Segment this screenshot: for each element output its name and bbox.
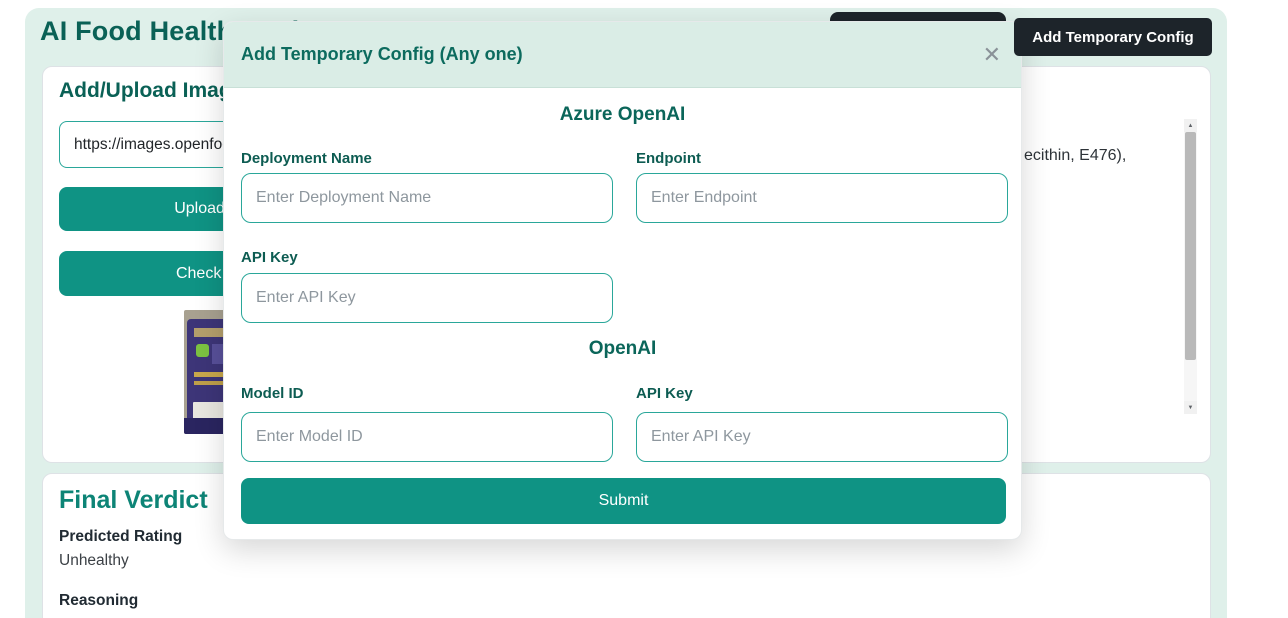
openai-api-key-label: API Key: [636, 385, 693, 402]
organic-mark: [196, 344, 209, 357]
model-id-label: Model ID: [241, 385, 304, 402]
ingredients-text: ecithin, E476),: [1024, 147, 1126, 165]
reasoning-label: Reasoning: [59, 592, 138, 610]
azure-api-key-label: API Key: [241, 249, 298, 266]
add-temporary-config-button[interactable]: Add Temporary Config: [1014, 18, 1212, 56]
predicted-rating-label: Predicted Rating: [59, 528, 182, 546]
model-id-input[interactable]: [241, 412, 613, 462]
close-icon[interactable]: ✕: [983, 44, 1001, 66]
add-temporary-config-modal: Add Temporary Config (Any one) ✕ Azure O…: [223, 21, 1022, 540]
scroll-down-icon[interactable]: ▼: [1184, 401, 1197, 414]
modal-header: Add Temporary Config (Any one) ✕: [224, 22, 1021, 88]
predicted-rating-value: Unhealthy: [59, 552, 129, 570]
azure-openai-heading: Azure OpenAI: [224, 104, 1021, 126]
deployment-name-label: Deployment Name: [241, 150, 372, 167]
upload-card-heading: Add/Upload Image: [59, 79, 243, 103]
endpoint-input[interactable]: [636, 173, 1008, 223]
azure-api-key-input[interactable]: [241, 273, 613, 323]
scrollbar-thumb[interactable]: [1185, 132, 1196, 360]
openai-heading: OpenAI: [224, 338, 1021, 360]
openai-api-key-input[interactable]: [636, 412, 1008, 462]
ingredients-scrollbar[interactable]: ▲ ▼: [1184, 119, 1197, 414]
app-screen: AI Food Health Analyzer Add Temporary Co…: [0, 0, 1288, 618]
modal-title: Add Temporary Config (Any one): [241, 44, 523, 65]
scroll-up-icon[interactable]: ▲: [1184, 119, 1197, 132]
deployment-name-input[interactable]: [241, 173, 613, 223]
final-verdict-heading: Final Verdict: [59, 486, 208, 515]
endpoint-label: Endpoint: [636, 150, 701, 167]
submit-button[interactable]: Submit: [241, 478, 1006, 524]
